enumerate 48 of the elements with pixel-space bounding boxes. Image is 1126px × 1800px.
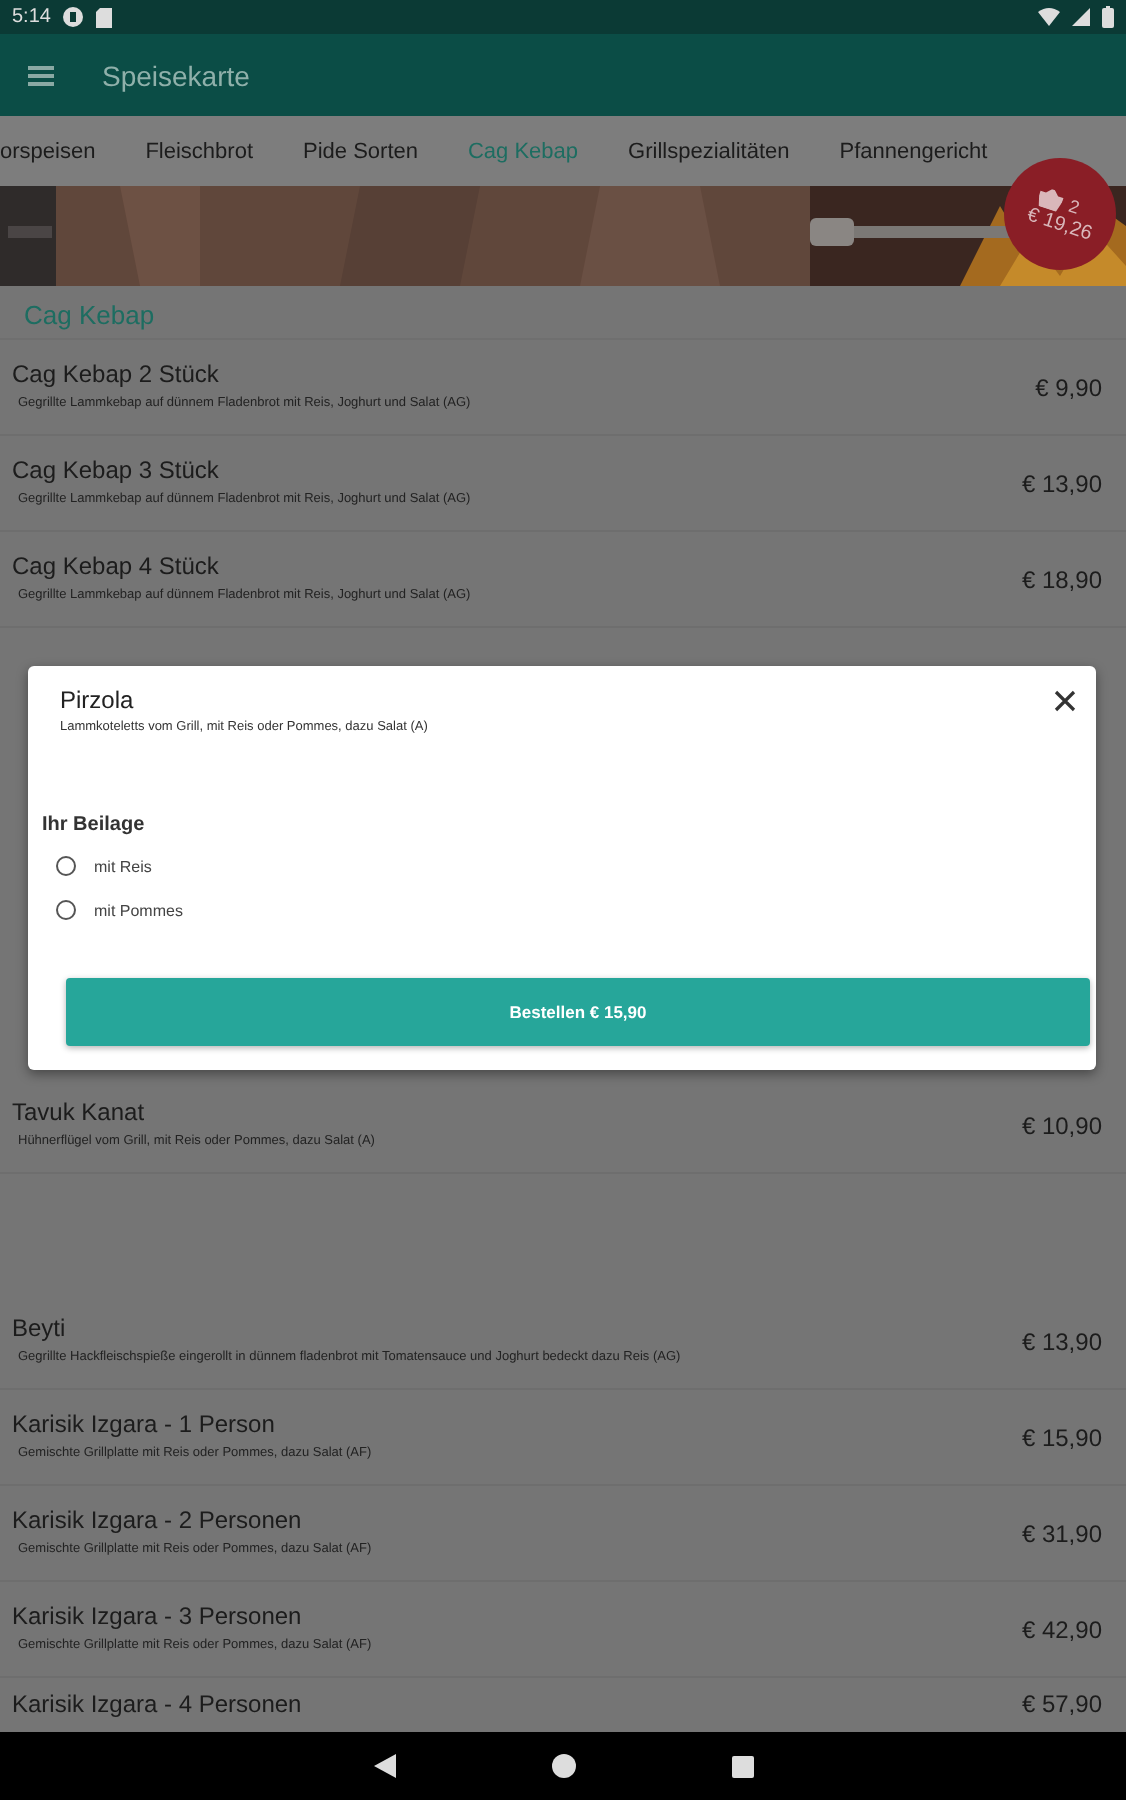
menu-item[interactable]: Karisik Izgara - 4 Personen € 57,90: [0, 1678, 1126, 1726]
section-title: Cag Kebap: [0, 286, 1126, 340]
option-label: mit Reis: [94, 857, 152, 875]
radio-option[interactable]: mit Reis: [56, 856, 152, 876]
back-icon[interactable]: [373, 1754, 395, 1778]
item-name: Cag Kebap 3 Stück: [12, 456, 221, 485]
dialog-title: Pirzola: [60, 686, 136, 714]
app-title: Speisekarte: [102, 59, 250, 91]
radio-button[interactable]: [56, 856, 76, 876]
category-tab[interactable]: orspeisen: [0, 139, 96, 163]
item-price: € 31,90: [1021, 1519, 1102, 1547]
item-name: Karisik Izgara - 4 Personen: [12, 1690, 302, 1718]
category-tab[interactable]: Pfannengericht: [839, 139, 988, 163]
sd-card-icon: [96, 7, 113, 27]
item-price: € 10,90: [1021, 1111, 1102, 1139]
basket-icon: [1036, 186, 1066, 213]
group-label: Ihr Beilage: [42, 814, 147, 836]
item-name: Karisik Izgara - 2 Personen: [12, 1506, 304, 1535]
item-price: € 13,90: [1021, 469, 1102, 497]
item-name: Tavuk Kanat: [12, 1098, 147, 1127]
order-button[interactable]: Bestellen € 15,90: [66, 978, 1090, 1046]
item-name: Karisik Izgara - 3 Personen: [12, 1602, 304, 1631]
category-tab[interactable]: Grillspezialitäten: [628, 139, 790, 163]
status-time: 5:14: [12, 6, 51, 28]
battery-icon: [1102, 6, 1114, 28]
category-tab[interactable]: Fleischbrot: [145, 139, 253, 163]
recents-icon[interactable]: [731, 1755, 753, 1777]
menu-icon[interactable]: [28, 65, 54, 85]
item-name: Karisik Izgara - 1 Person: [12, 1410, 277, 1439]
option-label: mit Pommes: [94, 901, 183, 919]
item-price: € 13,90: [1021, 1327, 1102, 1355]
cart-count: 2: [1067, 195, 1084, 218]
item-name: Beyti: [12, 1314, 68, 1343]
radio-option[interactable]: mit Pommes: [56, 900, 183, 920]
item-price: € 9,90: [1035, 373, 1102, 401]
item-price: € 18,90: [1021, 565, 1102, 593]
item-price: € 57,90: [1021, 1690, 1102, 1718]
category-tab[interactable]: Pide Sorten: [303, 139, 418, 163]
item-price: € 15,90: [1021, 1423, 1102, 1451]
notification-icon: [62, 6, 85, 28]
wifi-icon: [1038, 8, 1060, 26]
radio-button[interactable]: [56, 900, 76, 920]
item-name: Cag Kebap 4 Stück: [12, 552, 221, 581]
signal-icon: [1072, 8, 1090, 26]
item-name: Cag Kebap 2 Stück: [12, 360, 221, 389]
item-price: € 42,90: [1021, 1615, 1102, 1643]
home-icon[interactable]: [551, 1754, 575, 1778]
close-icon[interactable]: [1054, 690, 1076, 712]
